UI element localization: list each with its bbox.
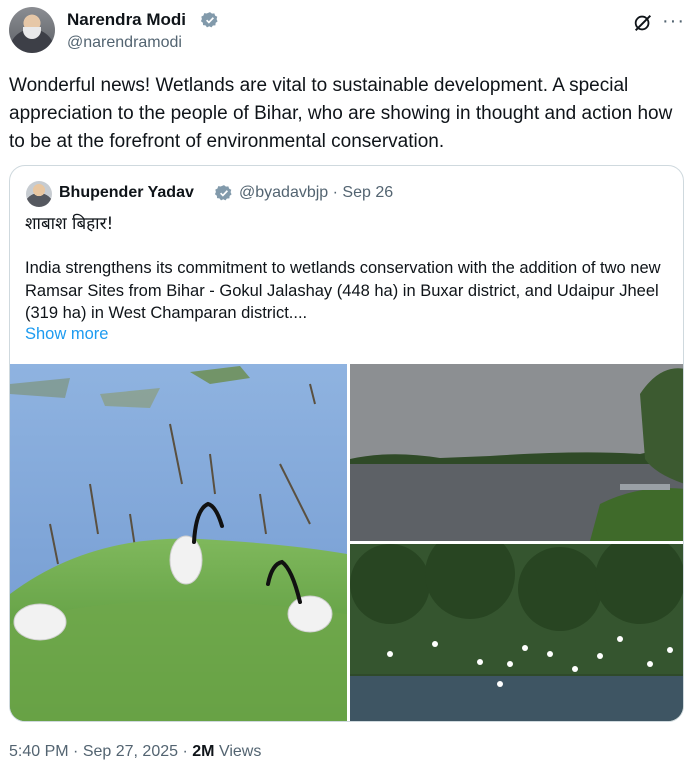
author-handle[interactable]: @narendramodi [67,34,182,52]
views-count: 2M [192,743,215,760]
post-text: Wonderful news! Wetlands are vital to su… [9,75,673,152]
author-avatar[interactable] [9,7,55,53]
show-more-link[interactable]: Show more [25,325,108,344]
post-header: Narendra Modi @narendramodi ··· [0,0,691,60]
ibis-birds-photo[interactable] [10,364,347,721]
quoted-post-text: India strengthens its commitment to wetl… [25,259,661,322]
more-options-icon[interactable]: ··· [662,10,685,33]
egrets-forest-photo[interactable] [350,544,683,721]
media-grid [10,364,683,721]
author-name[interactable]: Narendra Modi [67,10,186,30]
verified-badge-icon [215,185,232,201]
meta-separator: · [332,184,338,201]
views-label: Views [218,743,262,760]
quoted-post-headline: शाबाश बिहार! [25,214,114,234]
quoted-author-name[interactable]: Bhupender Yadav [59,184,194,202]
quoted-author-meta: @byadavbjp · Sep 26 [239,184,393,202]
verified-badge-icon [201,12,218,28]
post-time[interactable]: 5:40 PM [9,743,69,760]
grok-icon[interactable] [632,12,654,34]
post-metadata: 5:40 PM · Sep 27, 2025 · 2M Views [9,743,261,761]
lake-photo[interactable] [350,364,683,541]
meta-separator: · [182,743,188,760]
quoted-author-handle[interactable]: @byadavbjp [239,184,328,201]
quoted-post[interactable]: Bhupender Yadav @byadavbjp · Sep 26 शाबा… [9,165,684,722]
quoted-post-date[interactable]: Sep 26 [342,184,393,201]
post-date[interactable]: Sep 27, 2025 [83,743,178,760]
quoted-author-avatar[interactable] [26,181,52,207]
meta-separator: · [73,743,79,760]
